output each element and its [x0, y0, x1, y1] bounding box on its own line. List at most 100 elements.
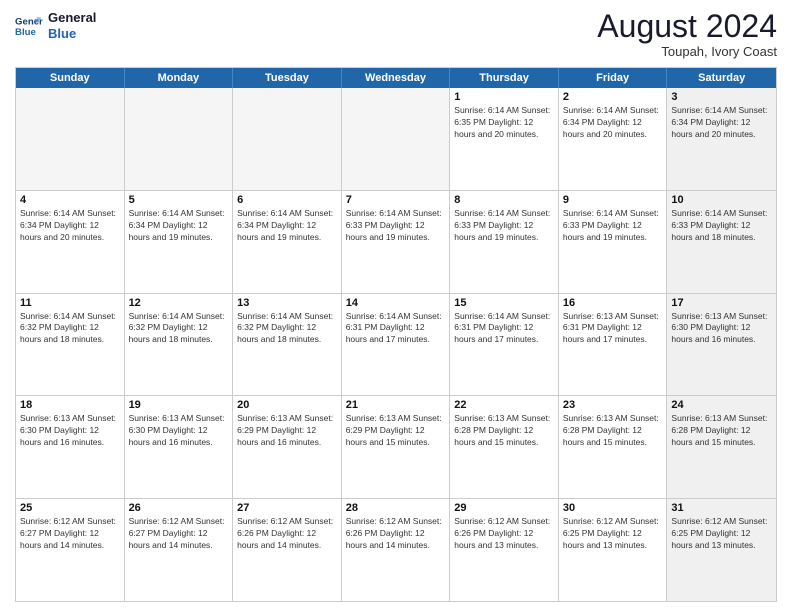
day-number: 9 [563, 194, 663, 206]
day-header-wednesday: Wednesday [342, 68, 451, 88]
day-cell-17: 17Sunrise: 6:13 AM Sunset: 6:30 PM Dayli… [667, 294, 776, 396]
day-info: Sunrise: 6:14 AM Sunset: 6:33 PM Dayligh… [454, 208, 554, 244]
day-number: 31 [671, 502, 772, 514]
day-cell-29: 29 Sunrise: 6:12 AM Sunset: 6:26 PM Dayli… [450, 499, 559, 601]
day-headers: SundayMondayTuesdayWednesdayThursdayFrid… [16, 68, 776, 88]
day-number: 28 [346, 502, 446, 514]
day-info: Sunrise: 6:14 AM Sunset: 6:35 PM Dayligh… [454, 105, 554, 141]
day-number: 2 [563, 91, 663, 103]
day-cell-18: 18 Sunrise: 6:13 AM Sunset: 6:30 PM Dayli… [16, 396, 125, 498]
day-cell-26: 26 Sunrise: 6:12 AM Sunset: 6:27 PM Dayli… [125, 499, 234, 601]
day-number: 18 [20, 399, 120, 411]
day-info: Sunrise: 6:12 AM Sunset: 6:27 PM Dayligh… [20, 516, 120, 552]
day-info: Sunrise: 6:14 AM Sunset: 6:32 PM Dayligh… [237, 311, 337, 347]
day-info: Sunrise: 6:12 AM Sunset: 6:27 PM Dayligh… [129, 516, 229, 552]
day-header-saturday: Saturday [667, 68, 776, 88]
day-info: Sunrise: 6:14 AM Sunset: 6:34 PM Dayligh… [237, 208, 337, 244]
svg-text:Blue: Blue [15, 26, 36, 37]
day-number: 12 [129, 297, 229, 309]
day-cell-20: 20 Sunrise: 6:13 AM Sunset: 6:29 PM Dayli… [233, 396, 342, 498]
day-info: Sunrise: 6:14 AM Sunset: 6:34 PM Dayligh… [129, 208, 229, 244]
day-info: Sunrise: 6:13 AM Sunset: 6:28 PM Dayligh… [671, 413, 772, 449]
day-number: 30 [563, 502, 663, 514]
day-cell-13: 13Sunrise: 6:14 AM Sunset: 6:32 PM Dayli… [233, 294, 342, 396]
logo: General Blue General Blue [15, 10, 96, 41]
day-number: 20 [237, 399, 337, 411]
day-number: 27 [237, 502, 337, 514]
day-info: Sunrise: 6:12 AM Sunset: 6:25 PM Dayligh… [671, 516, 772, 552]
day-info: Sunrise: 6:14 AM Sunset: 6:31 PM Dayligh… [454, 311, 554, 347]
day-number: 21 [346, 399, 446, 411]
day-info: Sunrise: 6:14 AM Sunset: 6:34 PM Dayligh… [20, 208, 120, 244]
day-number: 15 [454, 297, 554, 309]
day-cell-25: 25 Sunrise: 6:12 AM Sunset: 6:27 PM Dayli… [16, 499, 125, 601]
day-number: 14 [346, 297, 446, 309]
day-number: 4 [20, 194, 120, 206]
day-info: Sunrise: 6:14 AM Sunset: 6:31 PM Dayligh… [346, 311, 446, 347]
day-info: Sunrise: 6:13 AM Sunset: 6:28 PM Dayligh… [454, 413, 554, 449]
day-cell-30: 30 Sunrise: 6:12 AM Sunset: 6:25 PM Dayli… [559, 499, 668, 601]
calendar-page: General Blue General Blue August 2024 To… [0, 0, 792, 612]
day-info: Sunrise: 6:14 AM Sunset: 6:33 PM Dayligh… [563, 208, 663, 244]
day-cell-1: 1 Sunrise: 6:14 AM Sunset: 6:35 PM Daylig… [450, 88, 559, 190]
week-row-4: 18 Sunrise: 6:13 AM Sunset: 6:30 PM Dayli… [16, 396, 776, 499]
day-number: 26 [129, 502, 229, 514]
day-cell-24: 24 Sunrise: 6:13 AM Sunset: 6:28 PM Dayli… [667, 396, 776, 498]
day-number: 24 [671, 399, 772, 411]
logo-line2: Blue [48, 26, 96, 42]
day-info: Sunrise: 6:14 AM Sunset: 6:33 PM Dayligh… [346, 208, 446, 244]
day-info: Sunrise: 6:13 AM Sunset: 6:30 PM Dayligh… [20, 413, 120, 449]
day-number: 7 [346, 194, 446, 206]
day-number: 23 [563, 399, 663, 411]
day-info: Sunrise: 6:13 AM Sunset: 6:30 PM Dayligh… [671, 311, 772, 347]
day-cell-15: 15 Sunrise: 6:14 AM Sunset: 6:31 PM Dayli… [450, 294, 559, 396]
day-header-monday: Monday [125, 68, 234, 88]
day-number: 1 [454, 91, 554, 103]
day-info: Sunrise: 6:14 AM Sunset: 6:32 PM Dayligh… [20, 311, 120, 347]
day-cell-empty [125, 88, 234, 190]
day-info: Sunrise: 6:13 AM Sunset: 6:29 PM Dayligh… [237, 413, 337, 449]
day-number: 10 [671, 194, 772, 206]
day-cell-14: 14 Sunrise: 6:14 AM Sunset: 6:31 PM Dayli… [342, 294, 451, 396]
month-title: August 2024 [597, 10, 777, 42]
day-header-sunday: Sunday [16, 68, 125, 88]
day-cell-11: 11 Sunrise: 6:14 AM Sunset: 6:32 PM Dayli… [16, 294, 125, 396]
day-info: Sunrise: 6:12 AM Sunset: 6:25 PM Dayligh… [563, 516, 663, 552]
day-cell-21: 21 Sunrise: 6:13 AM Sunset: 6:29 PM Dayli… [342, 396, 451, 498]
day-cell-19: 19 Sunrise: 6:13 AM Sunset: 6:30 PM Dayli… [125, 396, 234, 498]
day-info: Sunrise: 6:14 AM Sunset: 6:34 PM Dayligh… [671, 105, 772, 141]
day-info: Sunrise: 6:13 AM Sunset: 6:29 PM Dayligh… [346, 413, 446, 449]
day-cell-27: 27Sunrise: 6:12 AM Sunset: 6:26 PM Dayli… [233, 499, 342, 601]
day-number: 3 [671, 91, 772, 103]
day-info: Sunrise: 6:14 AM Sunset: 6:34 PM Dayligh… [563, 105, 663, 141]
logo-text: General Blue [48, 10, 96, 41]
day-info: Sunrise: 6:14 AM Sunset: 6:33 PM Dayligh… [671, 208, 772, 244]
day-number: 25 [20, 502, 120, 514]
day-cell-empty [233, 88, 342, 190]
day-info: Sunrise: 6:13 AM Sunset: 6:31 PM Dayligh… [563, 311, 663, 347]
week-row-5: 25 Sunrise: 6:12 AM Sunset: 6:27 PM Dayli… [16, 499, 776, 601]
day-cell-empty [16, 88, 125, 190]
day-info: Sunrise: 6:13 AM Sunset: 6:30 PM Dayligh… [129, 413, 229, 449]
day-number: 22 [454, 399, 554, 411]
day-cell-22: 22 Sunrise: 6:13 AM Sunset: 6:28 PM Dayli… [450, 396, 559, 498]
title-block: August 2024 Toupah, Ivory Coast [597, 10, 777, 59]
day-cell-12: 12Sunrise: 6:14 AM Sunset: 6:32 PM Dayli… [125, 294, 234, 396]
day-info: Sunrise: 6:12 AM Sunset: 6:26 PM Dayligh… [454, 516, 554, 552]
week-row-1: 1 Sunrise: 6:14 AM Sunset: 6:35 PM Daylig… [16, 88, 776, 191]
day-header-friday: Friday [559, 68, 668, 88]
day-number: 11 [20, 297, 120, 309]
day-cell-10: 10 Sunrise: 6:14 AM Sunset: 6:33 PM Dayli… [667, 191, 776, 293]
day-number: 29 [454, 502, 554, 514]
day-header-tuesday: Tuesday [233, 68, 342, 88]
logo-icon: General Blue [15, 12, 43, 40]
day-cell-8: 8Sunrise: 6:14 AM Sunset: 6:33 PM Daylig… [450, 191, 559, 293]
day-number: 19 [129, 399, 229, 411]
day-cell-16: 16 Sunrise: 6:13 AM Sunset: 6:31 PM Dayli… [559, 294, 668, 396]
day-cell-23: 23Sunrise: 6:13 AM Sunset: 6:28 PM Dayli… [559, 396, 668, 498]
day-cell-9: 9 Sunrise: 6:14 AM Sunset: 6:33 PM Daylig… [559, 191, 668, 293]
day-cell-28: 28Sunrise: 6:12 AM Sunset: 6:26 PM Dayli… [342, 499, 451, 601]
day-cell-empty [342, 88, 451, 190]
day-number: 16 [563, 297, 663, 309]
location: Toupah, Ivory Coast [597, 44, 777, 59]
